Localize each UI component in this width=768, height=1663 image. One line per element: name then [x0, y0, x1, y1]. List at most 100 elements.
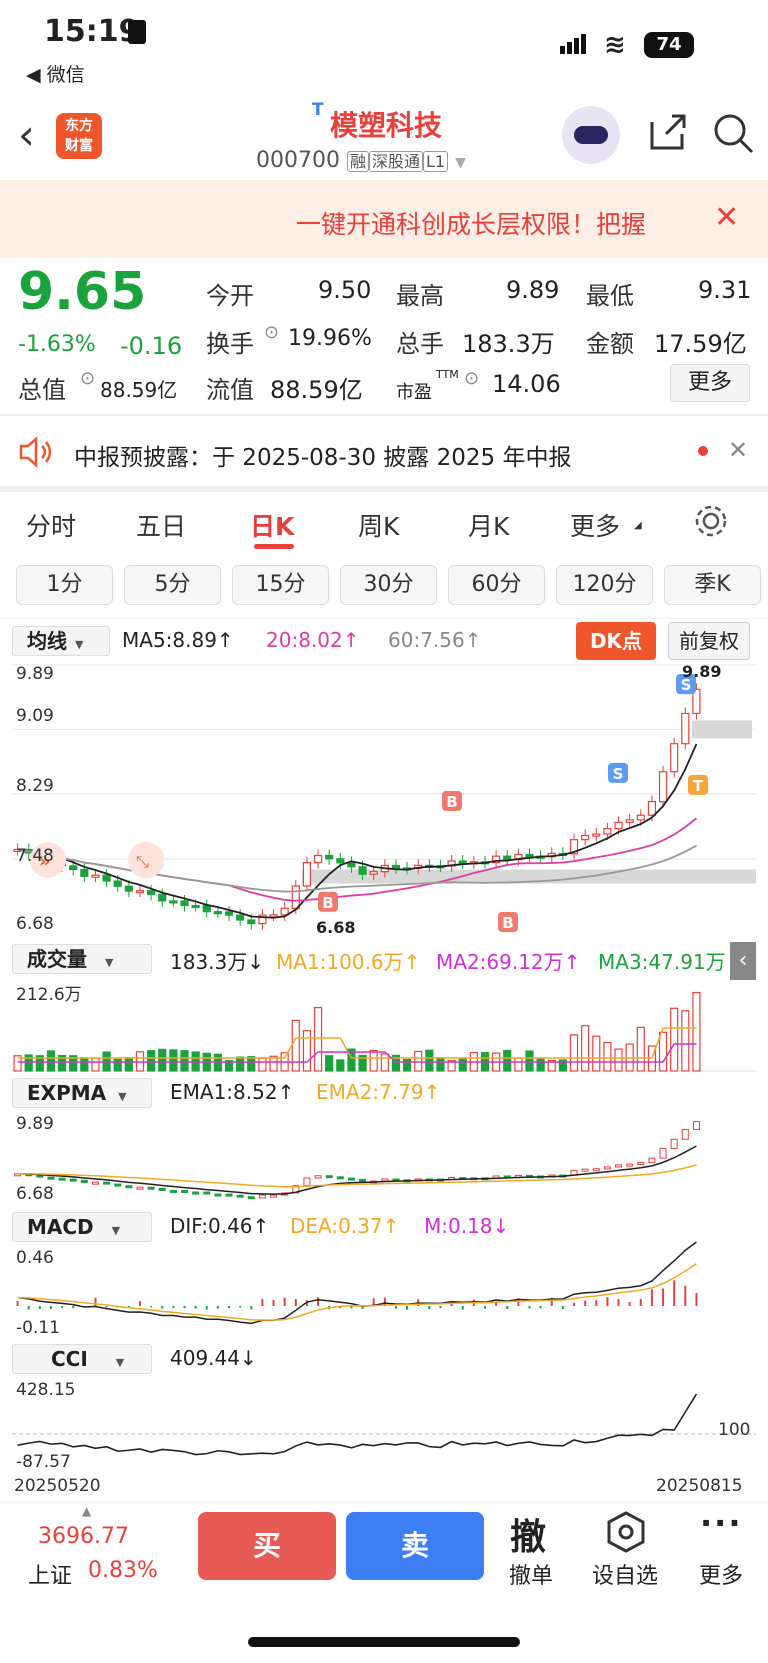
turnover-info-icon[interactable]: ⊙ — [264, 322, 279, 343]
collapse-panel-icon[interactable]: ‹ — [730, 942, 756, 980]
stock-name: 模塑科技 — [330, 109, 443, 142]
volume-total: 183.3万↓ — [170, 950, 265, 974]
sell-button[interactable]: 卖 — [346, 1512, 484, 1580]
expma-selector[interactable]: EXPMA ▼ — [12, 1078, 152, 1108]
macd-dea: DEA:0.37↑ — [290, 1214, 400, 1238]
float-label: 流值 — [206, 376, 254, 404]
dropdown-icon: ▼ — [118, 1090, 127, 1103]
change-value: -0.16 — [120, 332, 183, 360]
candle — [203, 1191, 211, 1195]
macd-selector[interactable]: MACD ▼ — [12, 1212, 152, 1242]
volume-label: 总手 — [396, 330, 444, 358]
volume-bar — [425, 1049, 434, 1072]
candle — [181, 1190, 188, 1194]
dropdown-icon: ▼ — [455, 155, 466, 171]
add-watch-label[interactable]: 设自选 — [590, 1558, 660, 1590]
info-icon[interactable]: ⊙ — [80, 368, 95, 389]
volume-bar — [402, 1058, 412, 1072]
tab-monthly-k[interactable]: 月K — [468, 507, 509, 543]
macd-selector-label: MACD — [27, 1215, 94, 1239]
expma-axis-max: 9.89 — [16, 1114, 54, 1134]
kline-chart[interactable]: BBBSST» ⤡ — [12, 660, 756, 940]
buy-button[interactable]: 买 — [198, 1512, 336, 1580]
index-value[interactable]: 3696.77 — [38, 1524, 129, 1549]
volume-bar — [180, 1050, 189, 1072]
robot-avatar-icon[interactable] — [562, 106, 620, 164]
volume-bar — [369, 1049, 378, 1072]
subtab-15min[interactable]: 15分 — [232, 565, 329, 605]
back-icon[interactable]: ‹ — [18, 110, 35, 159]
candle — [681, 1128, 689, 1140]
ma-selector[interactable]: 均线 ▼ — [12, 626, 110, 656]
tab-more[interactable]: 更多 — [570, 507, 620, 543]
volume-bar — [525, 1050, 534, 1072]
cci-selector[interactable]: CCI ▼ — [12, 1344, 152, 1374]
candle — [180, 900, 189, 907]
low-value: 9.31 — [698, 276, 752, 304]
candle — [158, 1187, 166, 1192]
section-divider — [0, 486, 768, 492]
tab-weekly-k[interactable]: 周K — [358, 507, 399, 543]
adjust-button[interactable]: 前复权 — [668, 622, 750, 660]
volume-selector[interactable]: 成交量 ▼ — [12, 944, 152, 974]
close-icon[interactable]: ✕ — [714, 200, 739, 235]
macd-chart[interactable] — [12, 1241, 756, 1336]
dropdown-icon: ▼ — [105, 956, 114, 969]
dk-point-button[interactable]: DK点 — [576, 622, 656, 660]
search-icon[interactable] — [712, 112, 756, 156]
candle — [637, 1162, 645, 1166]
tab-intraday[interactable]: 分时 — [26, 507, 76, 543]
signal-icon — [560, 34, 586, 58]
macd-m: M:0.18↓ — [424, 1214, 510, 1238]
dropdown-icon: ▼ — [75, 638, 84, 651]
more-label[interactable]: 更多 — [686, 1558, 756, 1590]
candle — [670, 743, 679, 773]
candle — [214, 1193, 222, 1197]
cci-value: 409.44↓ — [170, 1346, 257, 1370]
subtab-30min[interactable]: 30分 — [340, 565, 437, 605]
notice-close-icon[interactable]: ✕ — [728, 436, 748, 464]
share-icon[interactable] — [648, 112, 688, 152]
subtab-1min[interactable]: 1分 — [16, 565, 113, 605]
volume-bar — [503, 1049, 512, 1072]
add-watch-icon[interactable] — [604, 1510, 648, 1554]
total-value-label: 总值 — [18, 376, 66, 404]
candle — [136, 1186, 144, 1190]
settings-gear-icon[interactable] — [694, 504, 728, 538]
subtab-quarter-k[interactable]: 季K — [664, 565, 761, 605]
subtab-5min[interactable]: 5分 — [124, 565, 221, 605]
cancel-icon[interactable]: 撤 — [510, 1508, 546, 1560]
more-arrow-icon: ◢ — [634, 520, 642, 531]
macd-axis-min: -0.11 — [16, 1318, 60, 1338]
volume-bar — [603, 1042, 612, 1072]
tab-five-day[interactable]: 五日 — [136, 507, 186, 543]
subtab-60min[interactable]: 60分 — [448, 565, 545, 605]
stock-code-row[interactable]: 000700 融深股通 L1 ▼ — [256, 148, 466, 173]
kline-axis-1: 9.89 — [16, 664, 54, 684]
index-name: 上证 — [28, 1564, 73, 1589]
more-quote-button[interactable]: 更多 — [670, 364, 750, 402]
subtab-120min[interactable]: 120分 — [556, 565, 653, 605]
candle — [147, 890, 156, 895]
notice-text[interactable]: 中报预披露：于 2025-08-30 披露 2025 年中报 — [74, 438, 571, 472]
volume-value: 183.3万 — [462, 330, 555, 358]
volume-bar — [91, 1057, 100, 1072]
ma5-legend: MA5:8.89↑ — [122, 628, 234, 652]
pe-sup: TTM — [436, 368, 459, 381]
expma-chart[interactable] — [12, 1112, 756, 1204]
tag-level: L1 — [423, 151, 449, 172]
candle — [225, 1193, 233, 1197]
pe-info-icon[interactable]: ⊙ — [464, 368, 479, 389]
index-pct: 0.83% — [88, 1558, 158, 1583]
back-to-wechat[interactable]: ◀ 微信 — [26, 60, 85, 87]
candle — [69, 1178, 77, 1182]
resistance-band — [692, 720, 752, 739]
more-dots-icon[interactable]: ··· — [700, 1504, 742, 1542]
volume-chart[interactable] — [12, 978, 756, 1072]
candle — [325, 854, 334, 860]
candle — [603, 828, 612, 835]
cancel-label[interactable]: 撤单 — [496, 1558, 566, 1590]
cci-chart[interactable] — [12, 1378, 756, 1472]
tab-daily-k[interactable]: 日K — [250, 507, 294, 543]
candle — [291, 885, 300, 909]
